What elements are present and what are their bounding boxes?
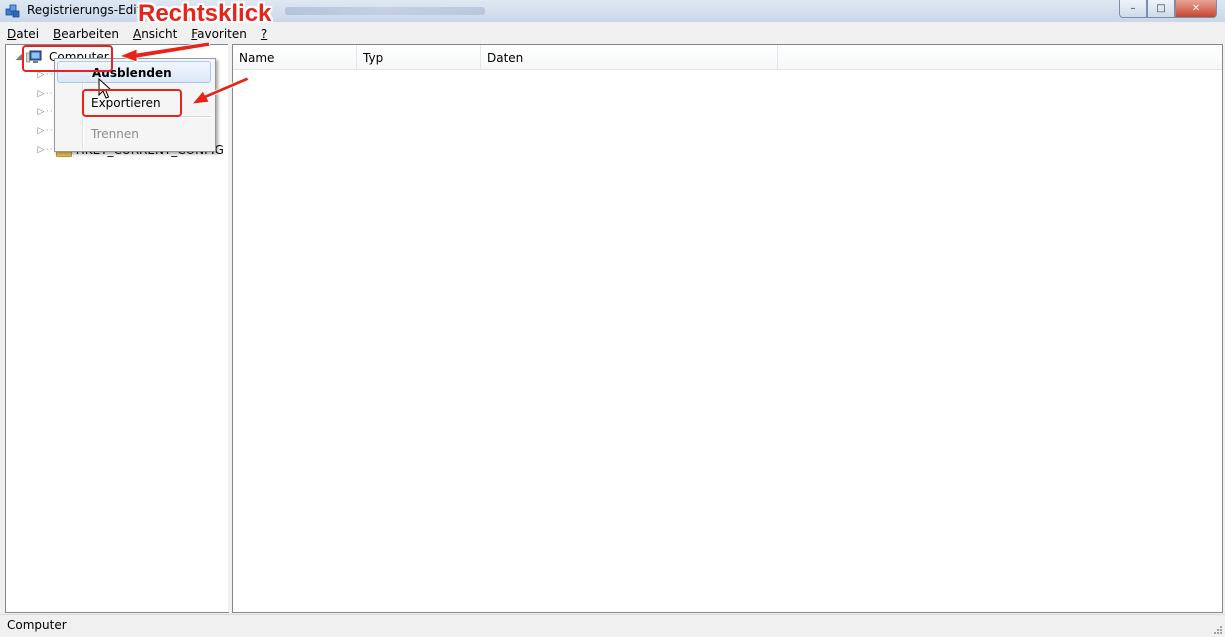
- resize-grip-icon[interactable]: [1211, 623, 1223, 635]
- annotation-arrows: [118, 41, 250, 105]
- column-header-typ[interactable]: Typ: [357, 45, 481, 69]
- list-header: Name Typ Daten: [233, 45, 1222, 70]
- blurred-title-region: [285, 7, 485, 15]
- status-text: Computer: [7, 618, 67, 632]
- close-button[interactable]: ✕: [1175, 0, 1217, 18]
- values-list[interactable]: Name Typ Daten: [232, 44, 1223, 613]
- expand-arrow-icon[interactable]: ▷: [36, 145, 46, 155]
- maximize-button[interactable]: □: [1147, 0, 1175, 18]
- minimize-button[interactable]: –: [1119, 0, 1147, 18]
- arrow-to-exportieren-icon: [191, 76, 250, 105]
- window-controls: – □ ✕: [1119, 0, 1217, 18]
- status-bar: Computer: [0, 614, 1225, 637]
- arrow-to-computer-icon: [118, 41, 211, 63]
- column-header-daten[interactable]: Daten: [481, 45, 778, 69]
- column-header-filler: [778, 45, 1222, 69]
